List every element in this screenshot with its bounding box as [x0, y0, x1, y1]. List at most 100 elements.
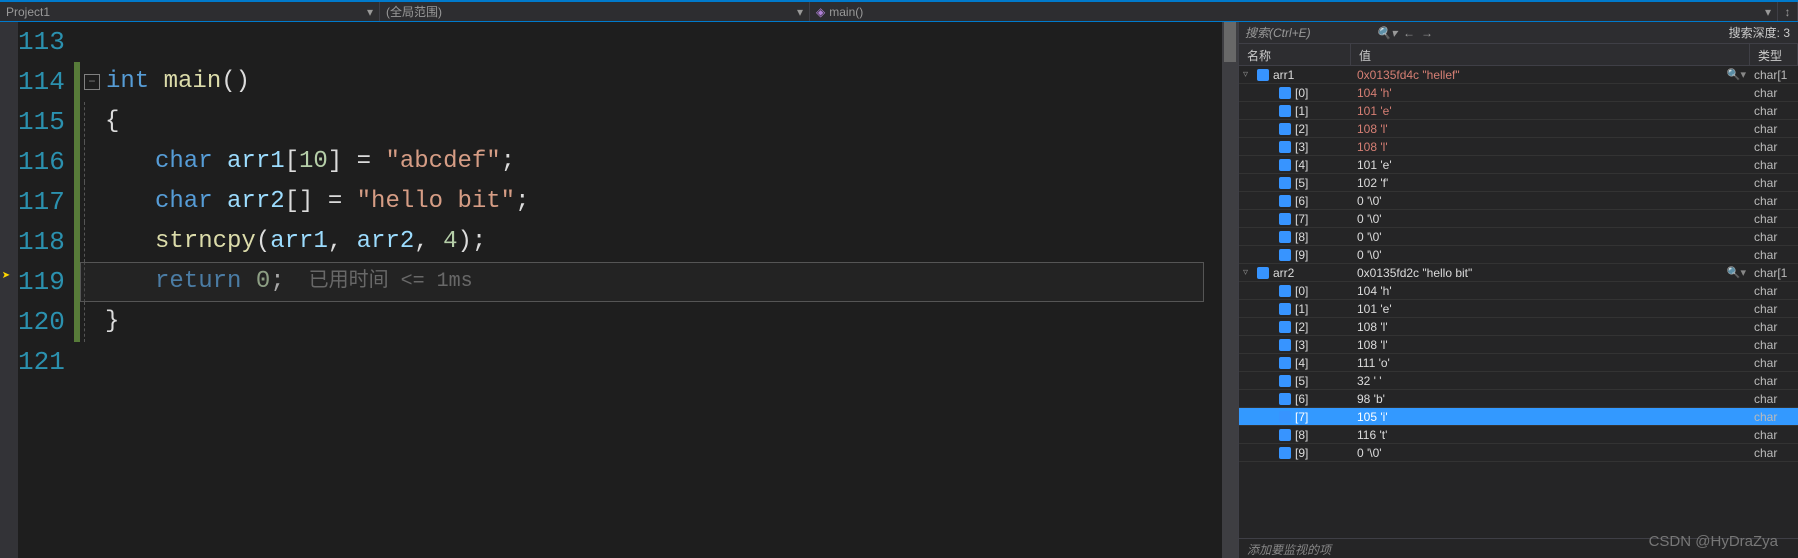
var-type: char	[1750, 446, 1798, 460]
code-line[interactable]: char arr1[10] = "abcdef";	[84, 142, 1222, 182]
col-value-header[interactable]: 值	[1351, 44, 1750, 65]
watch-row[interactable]: [6]0 '\0'char	[1239, 192, 1798, 210]
line-no: 114	[18, 62, 62, 102]
code-line[interactable]: char arr2[] = "hello bit";	[84, 182, 1222, 222]
code-line[interactable]: strncpy(arr1, arr2, 4);	[84, 222, 1222, 262]
line-no: 117	[18, 182, 62, 222]
depth-value[interactable]: 3	[1783, 26, 1790, 40]
var-type: char	[1750, 338, 1798, 352]
variable-icon	[1279, 285, 1291, 297]
var-value: 108 'l'	[1357, 140, 1388, 154]
var-name: [3]	[1295, 140, 1308, 154]
search-icon[interactable]: 🔍▾	[1376, 26, 1397, 40]
variable-icon	[1257, 267, 1269, 279]
arrow-left-icon[interactable]: ←	[1403, 26, 1415, 40]
watch-row[interactable]: [2]108 'l'char	[1239, 120, 1798, 138]
line-numbers: 113 114 115 116 117 118 119 120 121	[18, 22, 74, 558]
scope-dropdown[interactable]: (全局范围) ▾	[380, 2, 810, 21]
variable-icon	[1257, 69, 1269, 81]
watch-row[interactable]: [0]104 'h'char	[1239, 282, 1798, 300]
expand-icon[interactable]: ▿	[1243, 69, 1253, 80]
context-dropdown[interactable]: ◈ main() ▾	[810, 2, 1778, 21]
expand-icon[interactable]: ▿	[1243, 267, 1253, 278]
watch-row[interactable]: ▿arr10x0135fd4c "hellef"🔍▾char[1	[1239, 66, 1798, 84]
watch-row[interactable]: [3]108 'l'char	[1239, 336, 1798, 354]
watch-row[interactable]: [3] 108 'l' char	[1239, 138, 1798, 156]
watch-toolbar: 搜索(Ctrl+E) 🔍▾ ← → 搜索深度: 3	[1239, 22, 1798, 44]
code-line[interactable]	[84, 342, 1222, 382]
variable-icon	[1279, 429, 1291, 441]
col-type-header[interactable]: 类型	[1750, 44, 1798, 65]
variable-icon	[1279, 357, 1291, 369]
vertical-scrollbar[interactable]	[1222, 22, 1238, 558]
code-line[interactable]	[84, 22, 1222, 62]
watch-row[interactable]: [1]101 'e'char	[1239, 300, 1798, 318]
watch-row[interactable]: [8]0 '\0'char	[1239, 228, 1798, 246]
var-value: 0x0135fd2c "hello bit"	[1357, 266, 1472, 280]
var-value: 0 '\0'	[1357, 212, 1382, 226]
breakpoint-gutter[interactable]: ➤	[0, 22, 18, 558]
editor-panel: ➤ 113 114 115 116 117 118 119 120 121 −i…	[0, 22, 1238, 558]
var-type: char	[1750, 176, 1798, 190]
var-name: [6]	[1295, 392, 1308, 406]
watch-row[interactable]: [9]0 '\0'char	[1239, 246, 1798, 264]
var-type: char	[1750, 122, 1798, 136]
code-line[interactable]: return 0;已用时间 <= 1ms	[84, 262, 1222, 302]
visualizer-icon[interactable]: 🔍▾	[1727, 266, 1746, 279]
var-name: [1]	[1295, 302, 1308, 316]
var-value: 98 'b'	[1357, 392, 1385, 406]
watch-row[interactable]: [6]98 'b'char	[1239, 390, 1798, 408]
watch-row[interactable]: [1]101 'e'char	[1239, 102, 1798, 120]
search-input[interactable]: 搜索(Ctrl+E) 🔍▾ ← →	[1239, 24, 1439, 41]
chevron-down-icon: ▾	[797, 5, 803, 19]
var-value: 104 'h'	[1357, 284, 1392, 298]
variable-icon	[1279, 213, 1291, 225]
watch-row[interactable]: [5]32 ' 'char	[1239, 372, 1798, 390]
watch-row[interactable]: [5]102 'f'char	[1239, 174, 1798, 192]
var-type: char	[1750, 194, 1798, 208]
line-no: 121	[18, 342, 62, 382]
code-editor[interactable]: −int main() { char arr1[10] = "abcdef"; …	[80, 22, 1222, 558]
watch-row[interactable]: [0]104 'h'char	[1239, 84, 1798, 102]
watch-row[interactable]: ▿arr20x0135fd2c "hello bit"🔍▾char[1	[1239, 264, 1798, 282]
var-name: [3]	[1295, 338, 1308, 352]
line-no: 115	[18, 102, 62, 142]
watch-rows: ▿arr10x0135fd4c "hellef"🔍▾char[1[0]104 '…	[1239, 66, 1798, 538]
col-name-header[interactable]: 名称	[1239, 44, 1351, 65]
scroll-thumb[interactable]	[1224, 22, 1236, 62]
var-value: 116 't'	[1357, 428, 1387, 442]
var-value: 108 'l'	[1357, 320, 1388, 334]
variable-icon	[1279, 339, 1291, 351]
variable-icon	[1279, 303, 1291, 315]
line-no: 116	[18, 142, 62, 182]
watch-row[interactable]: [4]111 'o'char	[1239, 354, 1798, 372]
var-value: 32 ' '	[1357, 374, 1382, 388]
visualizer-icon[interactable]: 🔍▾	[1727, 68, 1746, 81]
add-watch-prompt[interactable]: 添加要监视的项	[1239, 538, 1798, 558]
watch-row[interactable]: [7]0 '\0'char	[1239, 210, 1798, 228]
var-type: char	[1750, 248, 1798, 262]
var-value: 0 '\0'	[1357, 230, 1382, 244]
watch-row[interactable]: [8]116 't'char	[1239, 426, 1798, 444]
code-line[interactable]: }	[84, 302, 1222, 342]
arrow-right-icon[interactable]: →	[1421, 26, 1433, 40]
var-value: 101 'e'	[1357, 104, 1392, 118]
project-dropdown[interactable]: Project1 ▾	[0, 2, 380, 21]
var-type: char	[1750, 140, 1798, 154]
variable-icon	[1279, 249, 1291, 261]
watch-row[interactable]: [9]0 '\0'char	[1239, 444, 1798, 462]
code-line[interactable]: {	[84, 102, 1222, 142]
fold-minus-icon[interactable]: −	[84, 74, 100, 90]
watch-row[interactable]: [4]101 'e'char	[1239, 156, 1798, 174]
project-name: Project1	[6, 5, 50, 19]
var-name: [1]	[1295, 104, 1308, 118]
code-line[interactable]: −int main()	[84, 62, 1222, 102]
variable-icon	[1279, 141, 1291, 153]
var-type: char	[1750, 158, 1798, 172]
watch-row[interactable]: [7]105 'i'char	[1239, 408, 1798, 426]
search-placeholder: 搜索(Ctrl+E)	[1245, 24, 1311, 41]
var-name: [9]	[1295, 248, 1308, 262]
split-button[interactable]: ↕	[1778, 2, 1798, 21]
variable-icon	[1279, 411, 1291, 423]
watch-row[interactable]: [2]108 'l'char	[1239, 318, 1798, 336]
